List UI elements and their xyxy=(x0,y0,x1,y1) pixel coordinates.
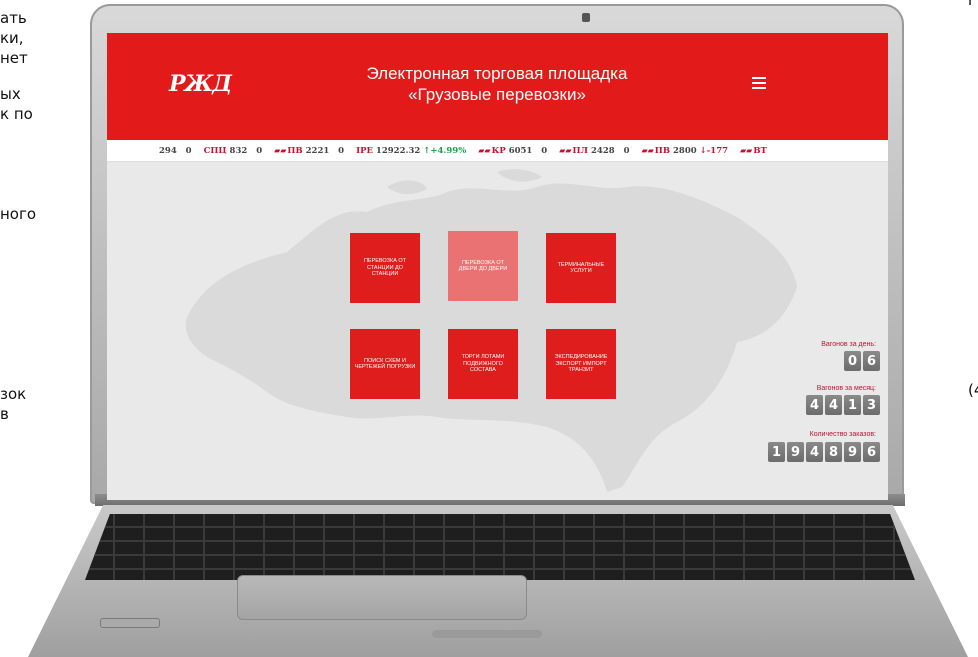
ticker-label: ПВ xyxy=(287,146,303,156)
russia-map-area: ПЕРЕВОЗКА ОТ СТАНЦИИ ДО СТАНЦИИ ПЕРЕВОЗК… xyxy=(107,163,888,500)
rzd-logo[interactable]: РЖД xyxy=(169,71,232,97)
ticker-num: 832 xyxy=(229,145,248,156)
counter-digit: 0 xyxy=(844,351,861,371)
counter-digit: 9 xyxy=(787,442,804,462)
title-line: «Грузовые перевозки» xyxy=(408,85,586,104)
tile-label: ЭКСПЕДИРОВАНИЕ ЭКСПОРТ ИМПОРТ ТРАНЗИТ xyxy=(554,354,608,374)
ticker-value: 0 xyxy=(338,146,345,156)
page-title: Электронная торговая площадка «Грузовые … xyxy=(287,63,707,105)
ticker-label: IPE xyxy=(356,145,373,156)
counter-digit: 8 xyxy=(825,442,842,462)
monthly-wagons-counter: 4 4 1 3 xyxy=(806,395,880,415)
webcam-icon xyxy=(582,13,590,22)
tile-label: ПЕРЕВОЗКА ОТ ДВЕРИ ДО ДВЕРИ xyxy=(458,259,508,273)
tile-label: ТОРГИ ЛОТАМИ ПОДВИЖНОГО СОСТАВА xyxy=(461,354,505,374)
orders-counter: 1 9 4 8 9 6 xyxy=(768,442,880,462)
counter-digit: 9 xyxy=(844,442,861,462)
ticker-item[interactable]: ▰▰ВТ xyxy=(740,145,767,156)
ticker-label: 294 xyxy=(159,145,177,156)
counter-digit: 1 xyxy=(768,442,785,462)
side-fragment: к по xyxy=(0,105,33,123)
tile-label: ПЕРЕВОЗКА ОТ СТАНЦИИ ДО СТАНЦИИ xyxy=(363,258,407,278)
wagon-icon: ▰▰ xyxy=(478,145,491,155)
tile-rolling-stock-auctions[interactable]: ТОРГИ ЛОТАМИ ПОДВИЖНОГО СОСТАВА xyxy=(448,329,518,399)
tile-forwarding[interactable]: ЭКСПЕДИРОВАНИЕ ЭКСПОРТ ИМПОРТ ТРАНЗИТ xyxy=(546,329,616,399)
ticker-item[interactable]: 294 0 xyxy=(159,146,192,156)
wagon-icon: ▰▰ xyxy=(641,145,654,155)
ticker-label: ПЛ xyxy=(572,146,589,156)
side-fragment: нет xyxy=(0,49,28,67)
side-fragment: ного xyxy=(0,205,37,223)
ticker-change: ↓-177 xyxy=(699,146,729,156)
daily-wagons-label: Вагонов за день: xyxy=(821,341,876,348)
ticker-label: ПВ xyxy=(654,146,671,156)
tile-label: ТЕРМИНАЛЬНЫЕ УСЛУГИ xyxy=(557,261,605,275)
laptop-screen: РЖД Электронная торговая площадка «Грузо… xyxy=(107,33,888,500)
front-strip xyxy=(432,630,542,638)
ticker-change: ↑+4.99% xyxy=(423,145,467,156)
ticker-value: 0 xyxy=(541,146,548,156)
side-fragment: г xyxy=(968,0,976,9)
ticker-item[interactable]: IPE 12922.32 ↑+4.99% xyxy=(356,146,466,156)
counter-digit: 4 xyxy=(825,395,842,415)
counter-digit: 6 xyxy=(863,442,880,462)
counter-digit: 6 xyxy=(863,351,880,371)
side-text-left: ать ки, нет ых к по ного зок в xyxy=(0,8,90,424)
side-fragment: ых xyxy=(0,85,21,103)
site-header: РЖД Электронная торговая площадка «Грузо… xyxy=(107,33,888,140)
keyboard xyxy=(85,514,915,580)
ticker-value: 0 xyxy=(185,145,192,156)
daily-wagons-counter: 0 6 xyxy=(844,351,880,371)
side-fragment: (4 xyxy=(968,381,978,399)
ticker-num: 2221 xyxy=(305,146,330,156)
side-fragment: ки, xyxy=(0,29,24,47)
ticker-item[interactable]: СПЦ 832 0 xyxy=(204,146,263,156)
ticker-label: КР xyxy=(491,146,506,156)
ticker-num: 6051 xyxy=(508,146,533,156)
ticker-item[interactable]: ▰▰ПЛ 2428 0 xyxy=(559,145,629,156)
ticker-item[interactable]: ▰▰ПВ 2221 0 xyxy=(274,145,344,156)
side-fragment: в xyxy=(0,405,9,423)
monthly-wagons-label: Вагонов за месяц: xyxy=(816,385,876,392)
wagon-icon: ▰▰ xyxy=(274,145,287,155)
title-line: Электронная торговая площадка xyxy=(366,64,628,83)
tile-label: ПОИСК СХЕМ И ЧЕРТЕЖЕЙ ПОГРУЗКИ xyxy=(354,357,416,371)
side-fragment: зок xyxy=(0,385,27,403)
counter-digit: 4 xyxy=(806,442,823,462)
hamburger-icon[interactable] xyxy=(752,77,766,89)
counter-digit: 4 xyxy=(806,395,823,415)
market-ticker: 294 0 СПЦ 832 0 ▰▰ПВ 2221 0 IPE 12922.32… xyxy=(107,140,888,162)
side-port xyxy=(100,618,160,628)
touchpad xyxy=(237,575,527,620)
ticker-item[interactable]: ▰▰КР 6051 0 xyxy=(478,145,547,156)
side-fragment: ать xyxy=(0,9,27,27)
orders-count-label: Количество заказов: xyxy=(809,431,876,438)
ticker-num: 2800 xyxy=(672,146,697,156)
side-text-right-2: (4 xyxy=(968,380,978,400)
ticker-num: 2428 xyxy=(591,146,615,156)
side-text-right: г xyxy=(968,0,978,10)
tile-door-to-door[interactable]: ПЕРЕВОЗКА ОТ ДВЕРИ ДО ДВЕРИ xyxy=(448,231,518,301)
tile-station-to-station[interactable]: ПЕРЕВОЗКА ОТ СТАНЦИИ ДО СТАНЦИИ xyxy=(350,233,420,303)
ticker-label: СПЦ xyxy=(203,145,227,156)
wagon-icon: ▰▰ xyxy=(740,145,753,155)
counter-digit: 3 xyxy=(863,395,880,415)
tile-terminal-services[interactable]: ТЕРМИНАЛЬНЫЕ УСЛУГИ xyxy=(546,233,616,303)
tile-loading-schemes[interactable]: ПОИСК СХЕМ И ЧЕРТЕЖЕЙ ПОГРУЗКИ xyxy=(350,329,420,399)
ticker-value: 0 xyxy=(623,146,630,156)
ticker-label: ВТ xyxy=(753,146,767,156)
ticker-num: 12922.32 xyxy=(375,145,421,156)
ticker-item[interactable]: ▰▰ПВ 2800 ↓-177 xyxy=(641,145,728,156)
counter-digit: 1 xyxy=(844,395,861,415)
ticker-value: 0 xyxy=(256,145,263,156)
wagon-icon: ▰▰ xyxy=(559,145,572,155)
